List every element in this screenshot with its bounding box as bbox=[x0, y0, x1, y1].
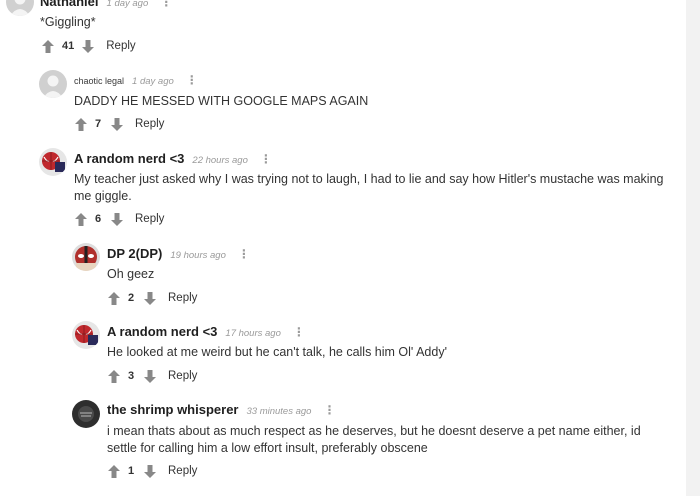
downvote-icon[interactable] bbox=[111, 117, 123, 131]
vote-score: 3 bbox=[128, 370, 135, 382]
comment-text: DADDY HE MESSED WITH GOOGLE MAPS AGAIN bbox=[74, 94, 369, 108]
shrimp-avatar[interactable] bbox=[72, 400, 100, 428]
more-options-icon[interactable]: ⋮ bbox=[260, 153, 272, 165]
reply-button[interactable]: Reply bbox=[168, 292, 197, 304]
comment-time: 33 minutes ago bbox=[246, 406, 312, 417]
spiderman-avatar[interactable] bbox=[39, 148, 67, 176]
upvote-icon[interactable] bbox=[108, 464, 120, 478]
comment-time: 1 day ago bbox=[132, 76, 174, 87]
more-options-icon[interactable]: ⋮ bbox=[238, 248, 250, 260]
comment-author[interactable]: A random nerd <3 bbox=[107, 324, 217, 339]
comment-author[interactable]: Nathaniel bbox=[40, 0, 99, 9]
upvote-icon[interactable] bbox=[108, 369, 120, 383]
scrollbar[interactable] bbox=[686, 0, 700, 496]
reply-button[interactable]: Reply bbox=[135, 213, 164, 225]
default-avatar[interactable] bbox=[39, 70, 67, 98]
downvote-icon[interactable] bbox=[144, 464, 156, 478]
more-options-icon[interactable]: ⋮ bbox=[186, 74, 198, 86]
comment-text: *Giggling* bbox=[40, 15, 96, 29]
vote-score: 2 bbox=[128, 292, 135, 304]
upvote-icon[interactable] bbox=[75, 117, 87, 131]
comment-text: He looked at me weird but he can't talk,… bbox=[107, 345, 447, 359]
upvote-icon[interactable] bbox=[75, 212, 87, 226]
comment-time: 22 hours ago bbox=[192, 155, 248, 166]
downvote-icon[interactable] bbox=[144, 291, 156, 305]
reply-button[interactable]: Reply bbox=[168, 370, 197, 382]
comment-author[interactable]: A random nerd <3 bbox=[74, 151, 184, 166]
reply-button[interactable]: Reply bbox=[106, 40, 135, 52]
comment-author[interactable]: the shrimp whisperer bbox=[107, 402, 238, 417]
comment-text: i mean thats about as much respect as he… bbox=[107, 424, 641, 455]
deadpool-avatar[interactable] bbox=[72, 243, 100, 271]
vote-score: 6 bbox=[95, 213, 102, 225]
more-options-icon[interactable]: ⋮ bbox=[323, 404, 335, 416]
reply-button[interactable]: Reply bbox=[135, 118, 164, 130]
downvote-icon[interactable] bbox=[111, 212, 123, 226]
vote-score: 7 bbox=[95, 118, 102, 130]
more-options-icon[interactable]: ⋮ bbox=[293, 326, 305, 338]
vote-score: 41 bbox=[62, 40, 75, 52]
upvote-icon[interactable] bbox=[42, 39, 54, 53]
comment-time: 19 hours ago bbox=[170, 250, 226, 261]
comment-text: My teacher just asked why I was trying n… bbox=[74, 172, 664, 203]
comment-time: 1 day ago bbox=[106, 0, 149, 9]
more-options-icon[interactable]: ⋮ bbox=[160, 0, 172, 8]
downvote-icon[interactable] bbox=[82, 39, 95, 53]
default-avatar[interactable] bbox=[6, 0, 34, 16]
reply-button[interactable]: Reply bbox=[168, 465, 197, 477]
downvote-icon[interactable] bbox=[144, 369, 156, 383]
spiderman-avatar[interactable] bbox=[72, 321, 100, 349]
upvote-icon[interactable] bbox=[108, 291, 120, 305]
comment-time: 17 hours ago bbox=[225, 328, 281, 339]
comment-text: Oh geez bbox=[107, 267, 155, 281]
vote-score: 1 bbox=[128, 465, 135, 477]
comment-author[interactable]: DP 2(DP) bbox=[107, 246, 162, 261]
comment-author[interactable]: chaotic legal bbox=[74, 76, 124, 86]
